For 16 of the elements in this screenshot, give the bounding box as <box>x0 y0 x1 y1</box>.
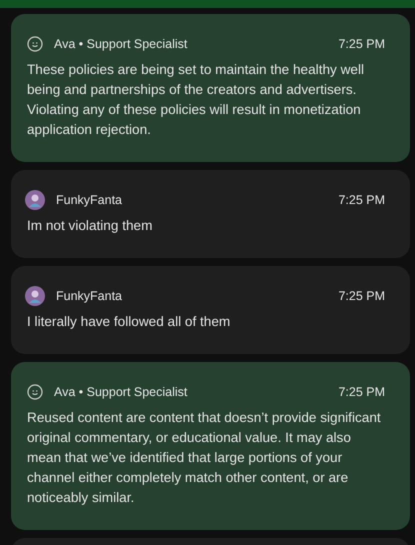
author-name: FunkyFanta <box>56 192 124 209</box>
message-time: 7:25 PM <box>338 288 385 305</box>
author-name: Ava • Support Specialist <box>54 384 188 401</box>
avatar-icon <box>25 286 45 306</box>
author-name: Ava • Support Specialist <box>54 36 188 53</box>
message-text: Im not violating them <box>27 217 154 235</box>
message-text: Reused content are content that doesn’t provide significant original commentary, or educational value. It may also mean that we’ve identified that large portions of your channel either completely match other content, or are noticeably similar. <box>27 409 382 507</box>
message-time: 7:25 PM <box>338 36 385 53</box>
message-text: I literally have followed all of them <box>27 313 232 331</box>
author-name: FunkyFanta <box>56 288 124 305</box>
message-time: 7:25 PM <box>338 192 385 209</box>
avatar-icon <box>25 190 45 210</box>
smiley-icon <box>27 384 43 400</box>
message-time: 7:25 PM <box>338 384 385 401</box>
message-text: These policies are being set to maintain the healthy well being and partnerships of the creators and advertisers. Violating any of these policies will result in monetization application rejection. <box>27 61 366 139</box>
smiley-icon <box>27 36 43 52</box>
